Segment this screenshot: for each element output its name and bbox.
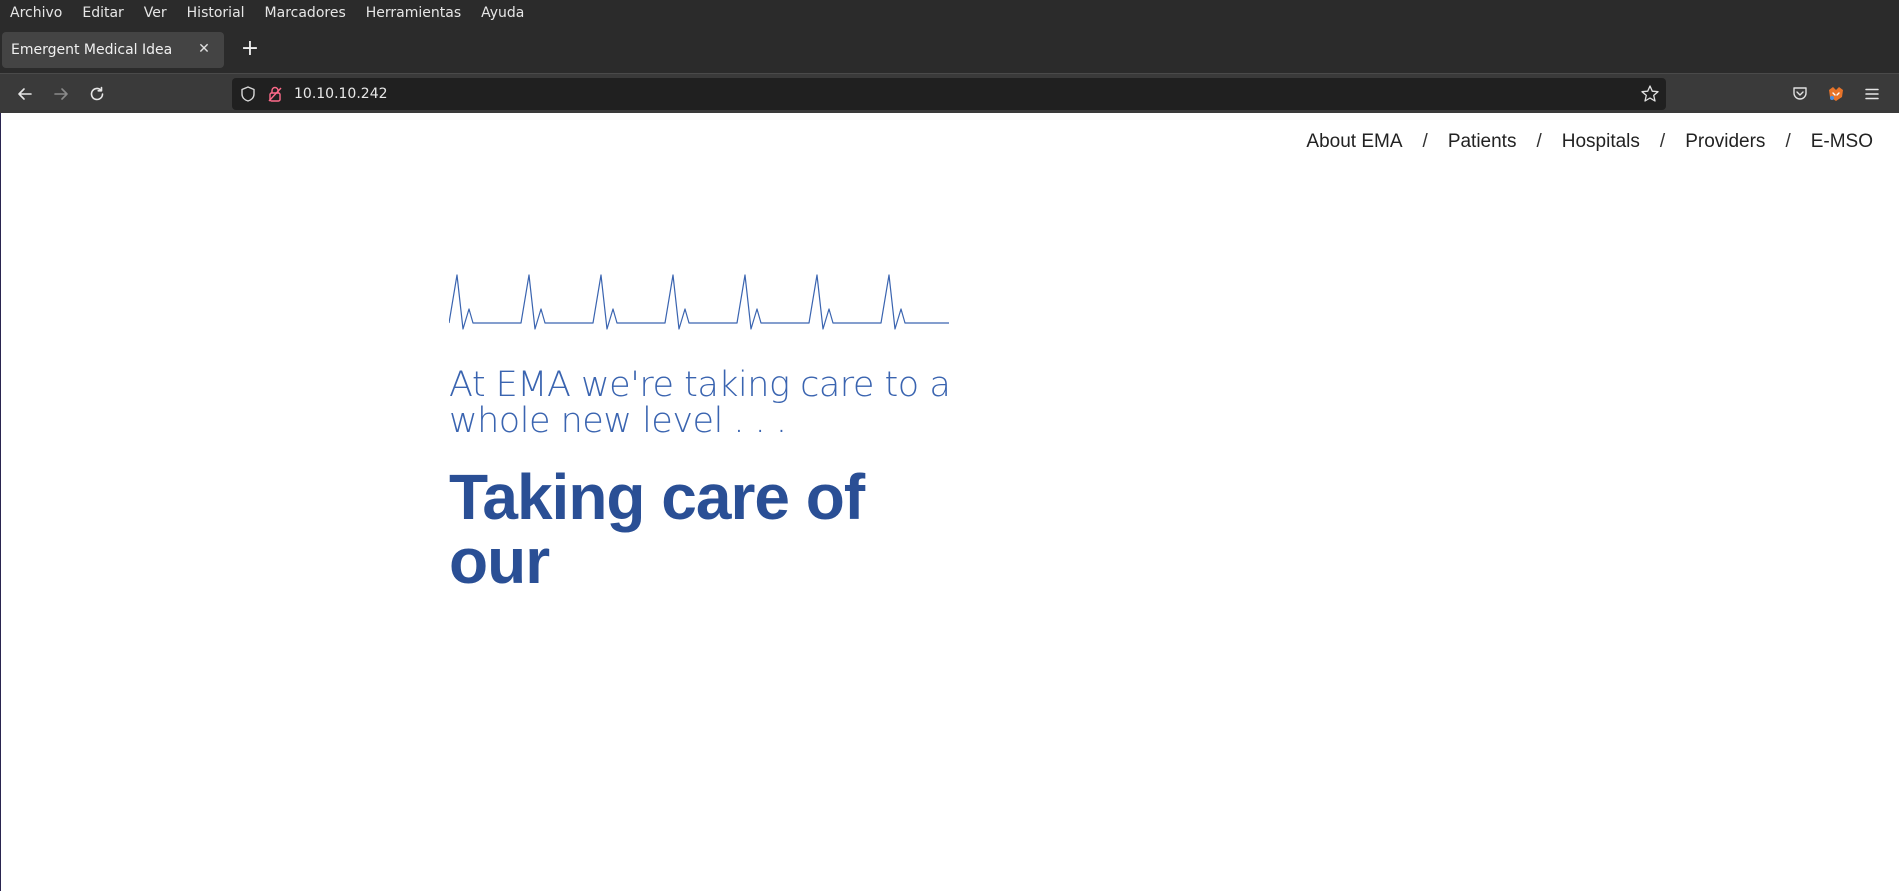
web-page: About EMA / Patients / Hospitals / Provi… (0, 113, 1899, 891)
close-tab-icon[interactable]: ✕ (194, 39, 214, 59)
menu-herramientas[interactable]: Herramientas (366, 5, 461, 21)
url-bar[interactable]: 10.10.10.242 (232, 78, 1666, 110)
menu-ayuda[interactable]: Ayuda (481, 5, 524, 21)
reload-icon (90, 86, 104, 101)
heartbeat-line-graphic (449, 274, 949, 330)
nav-e-mso[interactable]: E-MSO (1811, 131, 1873, 153)
menu-ver[interactable]: Ver (144, 5, 167, 21)
reload-button[interactable] (84, 81, 110, 107)
menu-archivo[interactable]: Archivo (10, 5, 62, 21)
menu-historial[interactable]: Historial (187, 5, 245, 21)
fox-extension-icon (1829, 87, 1843, 101)
back-button[interactable] (12, 81, 38, 107)
extension-button[interactable] (1824, 82, 1848, 106)
menu-marcadores[interactable]: Marcadores (265, 5, 346, 21)
pocket-icon (1793, 87, 1807, 100)
hamburger-menu-icon (1865, 88, 1879, 100)
tab-bar: Emergent Medical Idea ✕ + (0, 25, 1899, 73)
nav-patients[interactable]: Patients (1448, 131, 1517, 153)
nav-separator: / (1422, 131, 1428, 152)
back-arrow-icon (18, 88, 32, 100)
hero-headline: Taking care of our (449, 461, 865, 597)
forward-arrow-icon (54, 88, 68, 100)
tab-title: Emergent Medical Idea (11, 42, 173, 58)
tagline: At EMA we're taking care to a whole new … (449, 365, 951, 441)
insecure-lock-icon[interactable] (267, 85, 283, 107)
tracking-protection-shield-icon[interactable] (239, 85, 257, 107)
forward-button[interactable] (48, 81, 74, 107)
nav-separator: / (1785, 131, 1791, 152)
menu-bar: Archivo Editar Ver Historial Marcadores … (0, 0, 1899, 25)
app-menu-button[interactable] (1860, 82, 1884, 106)
site-navigation: About EMA / Patients / Hospitals / Provi… (1306, 131, 1873, 153)
tab-emergent-medical-idea[interactable]: Emergent Medical Idea ✕ (2, 32, 224, 68)
menu-editar[interactable]: Editar (82, 5, 123, 21)
nav-about-ema[interactable]: About EMA (1306, 131, 1402, 153)
nav-providers[interactable]: Providers (1685, 131, 1765, 153)
nav-separator: / (1536, 131, 1542, 152)
nav-separator: / (1659, 131, 1666, 152)
nav-hospitals[interactable]: Hospitals (1562, 131, 1640, 153)
url-text[interactable]: 10.10.10.242 (294, 86, 388, 102)
pocket-button[interactable] (1788, 82, 1812, 106)
navigation-toolbar: 10.10.10.242 (0, 73, 1899, 113)
bookmark-star-icon[interactable] (1640, 84, 1660, 108)
new-tab-button[interactable]: + (236, 36, 264, 64)
